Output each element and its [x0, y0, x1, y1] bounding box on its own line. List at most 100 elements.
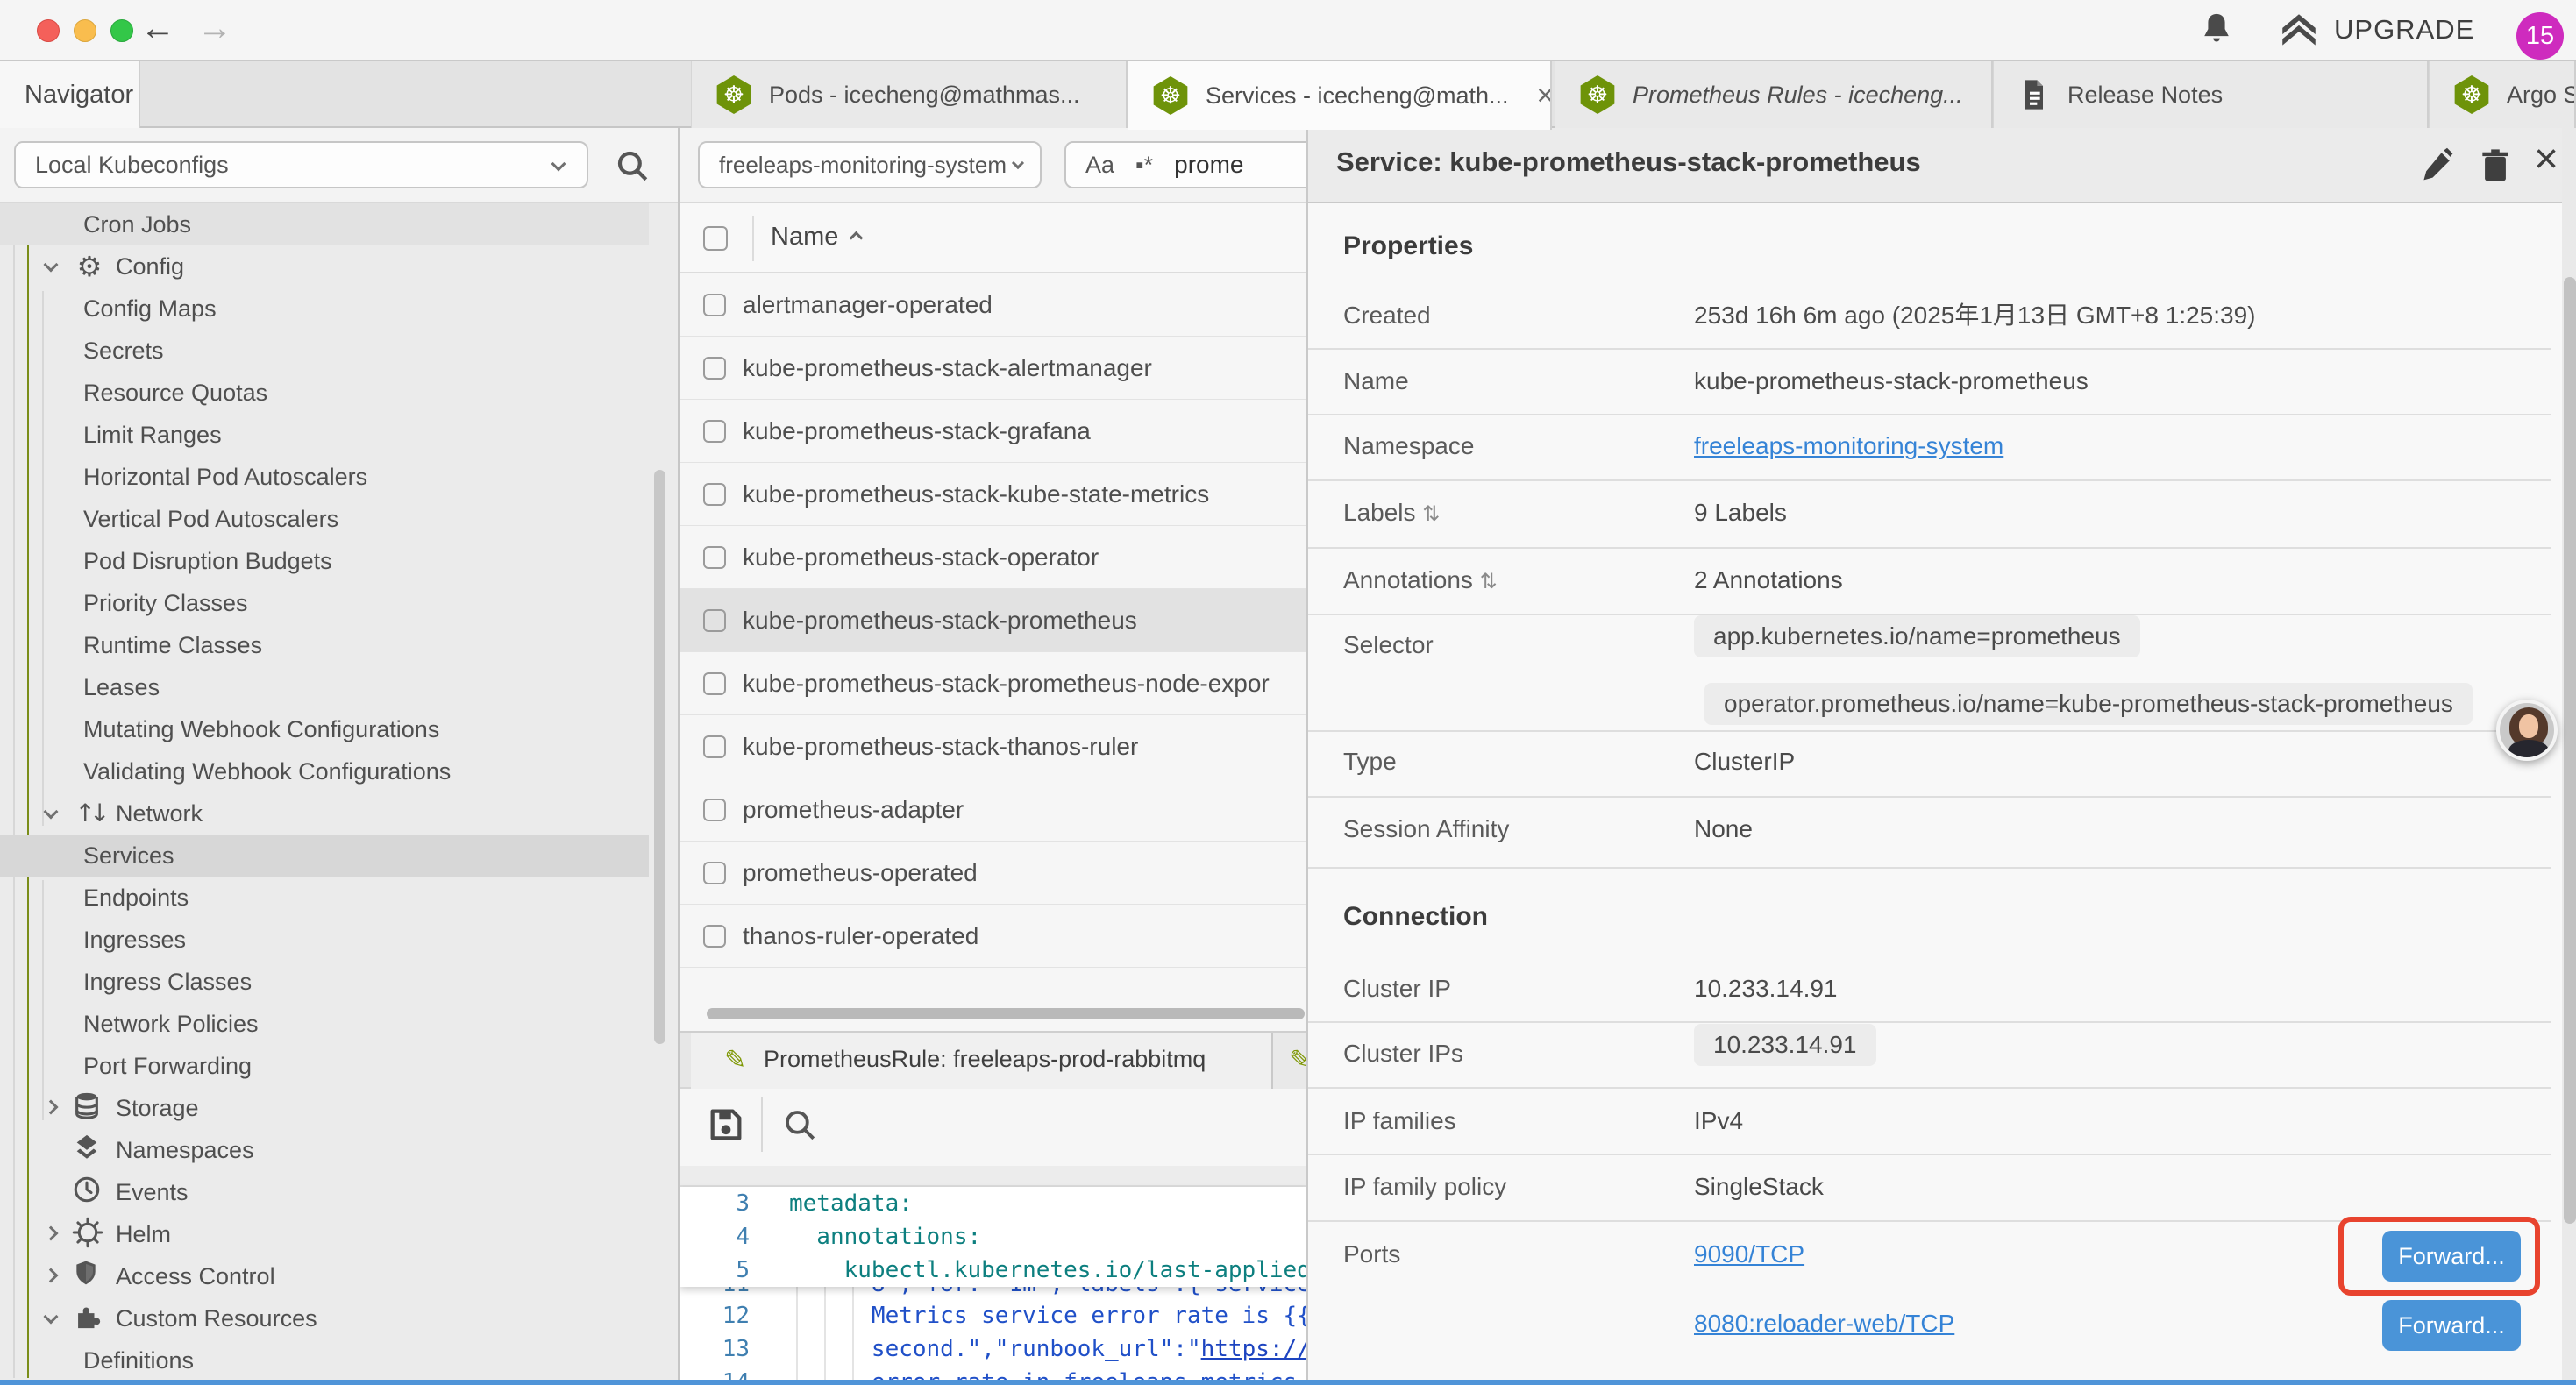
sidebar-item-limit-ranges[interactable]: Limit Ranges	[0, 414, 649, 456]
table-row-kube-prometheus-stack-kube-state-metrics[interactable]: kube-prometheus-stack-kube-state-metrics	[680, 463, 1306, 526]
sidebar-item-access-control[interactable]: Access Control	[0, 1255, 649, 1297]
row-checkbox[interactable]	[703, 420, 726, 443]
chevron-down-icon[interactable]	[44, 258, 59, 273]
match-case-icon[interactable]: Aa	[1085, 152, 1114, 179]
row-checkbox[interactable]	[703, 609, 726, 632]
sidebar-item-endpoints[interactable]: Endpoints	[0, 877, 649, 919]
tab-services-icecheng-math[interactable]: ☸Services - icecheng@math...×	[1128, 61, 1552, 130]
editor-tab-next[interactable]: ✎	[1273, 1033, 1306, 1089]
namespace-select[interactable]: freeleaps-monitoring-system	[698, 141, 1042, 188]
sidebar-item-cron-jobs[interactable]: Cron Jobs	[0, 203, 649, 245]
namespace-link[interactable]: freeleaps-monitoring-system	[1694, 429, 2003, 464]
sidebar-item-mutating-webhook-configurations[interactable]: Mutating Webhook Configurations	[0, 708, 649, 750]
sidebar-item-events[interactable]: Events	[0, 1171, 649, 1213]
chevron-down-icon[interactable]	[44, 805, 59, 820]
chevron-right-icon[interactable]	[44, 1268, 59, 1283]
tab-argo-se[interactable]: ☸Argo Se	[2429, 61, 2576, 128]
table-row-kube-prometheus-stack-operator[interactable]: kube-prometheus-stack-operator	[680, 526, 1306, 589]
sidebar-scrollbar[interactable]	[654, 470, 665, 1044]
select-all-checkbox[interactable]	[703, 226, 728, 251]
row-checkbox[interactable]	[703, 862, 726, 884]
port-link-9090[interactable]: 9090/TCP	[1694, 1237, 1804, 1272]
column-header-name[interactable]: Name	[771, 223, 838, 252]
sidebar-item-ingress-classes[interactable]: Ingress Classes	[0, 961, 649, 1003]
upgrade-label[interactable]: UPGRADE	[2334, 14, 2474, 46]
sidebar-item-network-policies[interactable]: Network Policies	[0, 1003, 649, 1045]
delete-trash-icon[interactable]	[2476, 146, 2515, 184]
sidebar-item-helm[interactable]: Helm	[0, 1213, 649, 1255]
row-checkbox[interactable]	[703, 483, 726, 506]
kubeconfig-select[interactable]: Local Kubeconfigs	[14, 141, 588, 188]
table-row-prometheus-operated[interactable]: prometheus-operated	[680, 842, 1306, 905]
sort-asc-icon[interactable]	[850, 231, 864, 245]
navigator-tab[interactable]: Navigator	[0, 61, 140, 128]
sidebar-item-port-forwarding[interactable]: Port Forwarding	[0, 1045, 649, 1087]
table-row-kube-prometheus-stack-prometheus[interactable]: kube-prometheus-stack-prometheus	[680, 589, 1306, 652]
sidebar-item-network[interactable]: ↑↓Network	[0, 792, 649, 835]
sidebar-item-pod-disruption-budgets[interactable]: Pod Disruption Budgets	[0, 540, 649, 582]
window-minimize-button[interactable]	[74, 19, 96, 42]
window-zoom-button[interactable]	[110, 19, 133, 42]
row-checkbox[interactable]	[703, 799, 726, 821]
editor-tab-prometheusrule[interactable]: ✎ PrometheusRule: freeleaps-prod-rabbitm…	[691, 1033, 1273, 1089]
tab-prometheus-rules-icecheng[interactable]: ☸Prometheus Rules - icecheng...	[1555, 61, 1993, 128]
row-checkbox[interactable]	[703, 546, 726, 569]
port-link-8080[interactable]: 8080:reloader-web/TCP	[1694, 1306, 1954, 1341]
horizontal-scrollbar[interactable]	[707, 1008, 1305, 1019]
chevron-right-icon[interactable]	[44, 1100, 59, 1115]
detail-scrollbar[interactable]	[2564, 277, 2576, 1224]
sidebar-item-services[interactable]: Services	[0, 835, 649, 877]
sidebar-item-ingresses[interactable]: Ingresses	[0, 919, 649, 961]
sidebar-item-config[interactable]: ⚙Config	[0, 245, 649, 288]
sidebar-item-vertical-pod-autoscalers[interactable]: Vertical Pod Autoscalers	[0, 498, 649, 540]
forward-icon[interactable]: →	[197, 9, 232, 48]
sidebar-item-custom-resources[interactable]: Custom Resources	[0, 1297, 649, 1339]
tab-release-notes[interactable]: Release Notes	[1993, 61, 2429, 128]
assistant-avatar[interactable]	[2496, 700, 2558, 761]
sidebar-search-icon[interactable]	[614, 147, 651, 184]
table-row-kube-prometheus-stack-prometheus-node-expor[interactable]: kube-prometheus-stack-prometheus-node-ex…	[680, 652, 1306, 715]
table-row-prometheus-adapter[interactable]: prometheus-adapter	[680, 778, 1306, 842]
sidebar-item-namespaces[interactable]: Namespaces	[0, 1129, 649, 1171]
chevron-down-icon[interactable]	[44, 1310, 59, 1325]
close-icon[interactable]: ×	[2534, 135, 2558, 183]
sidebar-item-label: Storage	[116, 1095, 199, 1122]
row-checkbox[interactable]	[703, 357, 726, 380]
sidebar-item-storage[interactable]: Storage	[0, 1087, 649, 1129]
sidebar-item-leases[interactable]: Leases	[0, 666, 649, 708]
window-close-button[interactable]	[37, 19, 60, 42]
sidebar-item-config-maps[interactable]: Config Maps	[0, 288, 649, 330]
chevron-right-icon[interactable]	[44, 1226, 59, 1241]
notification-count-badge[interactable]: 15	[2516, 12, 2564, 60]
save-icon[interactable]	[706, 1104, 746, 1145]
sidebar-item-resource-quotas[interactable]: Resource Quotas	[0, 372, 649, 414]
regex-icon[interactable]: ▪*	[1135, 152, 1153, 179]
table-row-thanos-ruler-operated[interactable]: thanos-ruler-operated	[680, 905, 1306, 968]
back-icon[interactable]: ←	[140, 9, 175, 48]
sidebar-item-horizontal-pod-autoscalers[interactable]: Horizontal Pod Autoscalers	[0, 456, 649, 498]
row-checkbox[interactable]	[703, 672, 726, 695]
editor-search-icon[interactable]	[781, 1106, 818, 1143]
sort-toggle-icon[interactable]: ⇅	[1422, 501, 1440, 526]
tab-pods-icecheng-mathmas[interactable]: ☸Pods - icecheng@mathmas...	[691, 61, 1128, 128]
sidebar-item-secrets[interactable]: Secrets	[0, 330, 649, 372]
table-row-kube-prometheus-stack-grafana[interactable]: kube-prometheus-stack-grafana	[680, 400, 1306, 463]
sidebar-item-validating-webhook-configurations[interactable]: Validating Webhook Configurations	[0, 750, 649, 792]
row-checkbox[interactable]	[703, 294, 726, 316]
row-checkbox[interactable]	[703, 735, 726, 758]
sort-toggle-icon[interactable]: ⇅	[1480, 569, 1498, 593]
yaml-editor[interactable]: 11 8", for: "1m", labels :{ service :12 …	[680, 1187, 1306, 1385]
row-checkbox[interactable]	[703, 925, 726, 948]
forward-button-8080[interactable]: Forward...	[2382, 1300, 2521, 1351]
sidebar-item-definitions[interactable]: Definitions	[0, 1339, 649, 1381]
sidebar-item-priority-classes[interactable]: Priority Classes	[0, 582, 649, 624]
name-filter-input[interactable]: Aa ▪* prome	[1064, 141, 1306, 188]
sidebar-item-runtime-classes[interactable]: Runtime Classes	[0, 624, 649, 666]
edit-pencil-icon[interactable]	[2418, 146, 2457, 184]
table-row-kube-prometheus-stack-thanos-ruler[interactable]: kube-prometheus-stack-thanos-ruler	[680, 715, 1306, 778]
upgrade-icon[interactable]	[2277, 9, 2321, 53]
table-row-kube-prometheus-stack-alertmanager[interactable]: kube-prometheus-stack-alertmanager	[680, 337, 1306, 400]
table-row-alertmanager-operated[interactable]: alertmanager-operated	[680, 273, 1306, 337]
notifications-bell-icon[interactable]	[2196, 11, 2237, 51]
tab-close-icon[interactable]: ×	[1537, 79, 1552, 113]
